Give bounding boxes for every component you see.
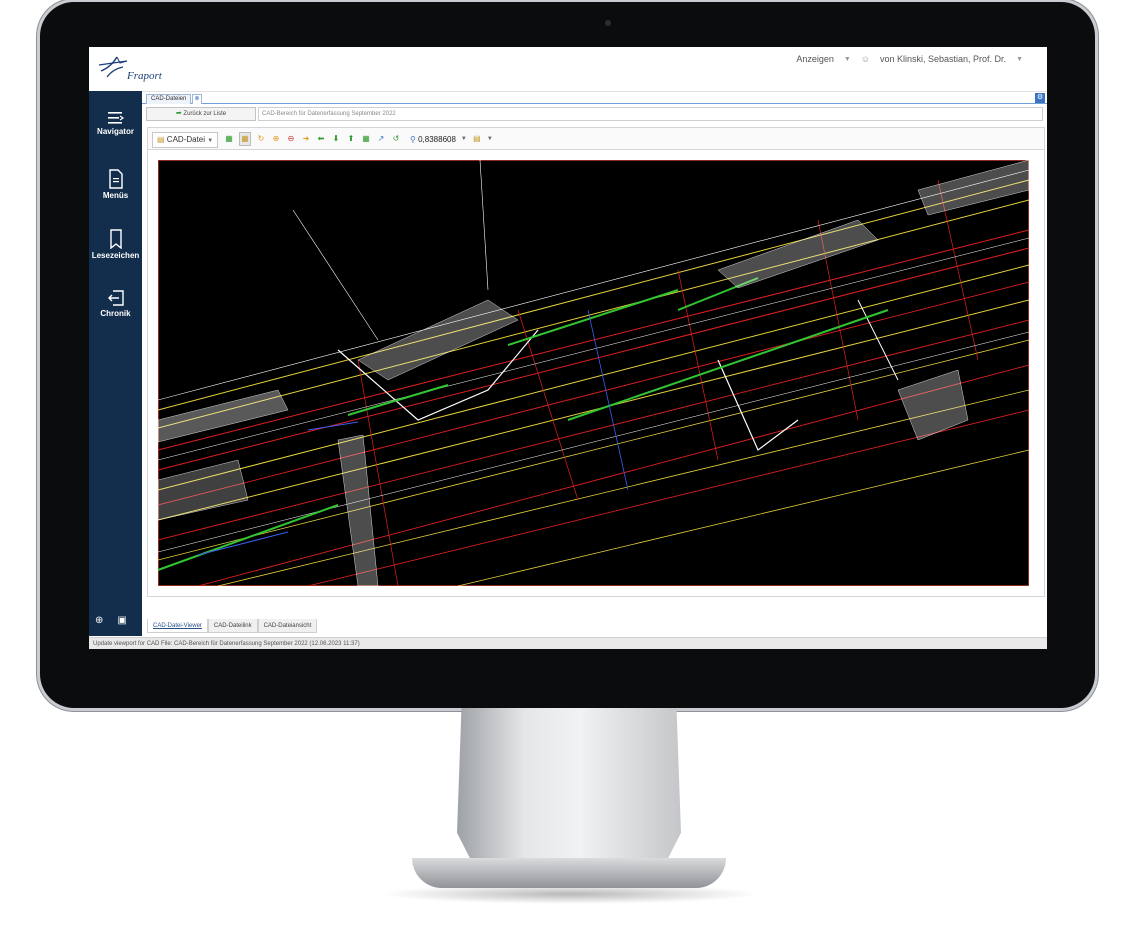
document-icon <box>108 169 123 189</box>
back-to-list-button[interactable]: ➦ Zurück zur Liste <box>146 107 256 121</box>
file-icon: ▤ <box>157 135 165 144</box>
monitor-stand-neck <box>457 708 681 868</box>
menu-lines-icon <box>107 112 124 124</box>
chevron-down-icon[interactable]: ▼ <box>487 136 493 142</box>
export-icon[interactable]: ▤ <box>472 133 482 145</box>
tab-cad-files[interactable]: CAD-Dateien <box>146 94 192 104</box>
app-screen: Fraport Anzeigen ▼ ☺ von Klinski, Sebast… <box>89 47 1047 649</box>
magnifier-icon: ⚲ <box>410 134 416 144</box>
measure-icon[interactable]: ↗ <box>376 133 386 145</box>
collapse-icon[interactable]: ⊕ <box>95 615 103 626</box>
user-icon: ☺ <box>860 54 870 64</box>
sidebar-bottom-controls: ⊕ ▣ <box>95 615 127 626</box>
grid-icon[interactable]: ▦ <box>361 133 371 145</box>
arrow-back-icon: ➦ <box>175 110 182 117</box>
logo-text: Fraport <box>127 70 162 82</box>
back-row: ➦ Zurück zur Liste CAD-Bereich für Daten… <box>142 105 1047 121</box>
sidebar-item-label: Chronik <box>100 309 131 318</box>
history-exit-icon <box>107 290 124 306</box>
cad-toolbar: ▤ CAD-Datei ▼ ▦ ▦ ↻ ⊕ ⊖ ➜ ⬅ ⬇ ⬆ ▦ ↗ ↺ ⚲ … <box>147 127 1045 150</box>
cad-area-name-field[interactable]: CAD-Bereich für Datenerfassung September… <box>258 107 1043 121</box>
bookmark-icon <box>109 229 122 249</box>
tab-cad-viewer[interactable]: CAD-Datei-Viewer <box>147 619 208 633</box>
tab-cad-view[interactable]: CAD-Dateiansicht <box>257 619 318 633</box>
sidebar-item-label: Menüs <box>102 191 129 200</box>
sidebar-item-navigator[interactable]: Navigator <box>89 111 142 136</box>
logout-icon[interactable]: ▣ <box>117 615 126 626</box>
camera <box>605 20 611 26</box>
toolbar-icons: ▦ ▦ ↻ ⊕ ⊖ ➜ ⬅ ⬇ ⬆ ▦ ↗ ↺ ⚲ 0,8388608 ▼ ▤ … <box>224 132 493 146</box>
fit-extent-icon[interactable]: ▦ <box>224 133 234 145</box>
app-header: Fraport Anzeigen ▼ ☺ von Klinski, Sebast… <box>89 47 1047 92</box>
pan-left-icon[interactable]: ⬅ <box>316 133 326 145</box>
cad-file-select[interactable]: ▤ CAD-Datei ▼ <box>152 132 219 148</box>
tab-cad-link[interactable]: CAD-Dateilink <box>207 619 258 633</box>
rotate-icon[interactable]: ↻ <box>256 133 266 145</box>
zoom-value: 0,8388608 <box>418 134 456 144</box>
pan-down-icon[interactable]: ⬇ <box>331 133 341 145</box>
viewer-bottom-tabs: CAD-Datei-Viewer CAD-Dateilink CAD-Datei… <box>147 619 318 633</box>
status-bar: Update viewport for CAD File: CAD-Bereic… <box>89 637 1047 649</box>
pan-right-icon[interactable]: ➜ <box>301 133 311 145</box>
header-right: Anzeigen ▼ ☺ von Klinski, Sebastian, Pro… <box>796 54 1023 64</box>
gear-icon[interactable]: ⚙ <box>1035 93 1045 103</box>
chevron-down-icon: ▼ <box>207 138 214 144</box>
chevron-down-icon[interactable]: ▼ <box>844 56 851 63</box>
chevron-down-icon[interactable]: ▼ <box>461 136 467 142</box>
sidebar-item-bookmarks[interactable]: Lesezeichen <box>89 229 142 260</box>
sidebar-item-history[interactable]: Chronik <box>89 289 142 318</box>
fraport-logo: Fraport <box>97 53 167 85</box>
back-button-label: Zurück zur Liste <box>183 111 227 117</box>
refresh-icon[interactable]: ↺ <box>391 133 401 145</box>
document-tabstrip: CAD-Dateien ⊗ ⚙ <box>142 93 1047 104</box>
zoom-in-icon[interactable]: ⊕ <box>271 133 281 145</box>
close-tab-icon[interactable]: ⊗ <box>192 94 202 104</box>
cad-viewer-panel <box>147 149 1045 597</box>
sidebar: Navigator Menüs Lesezeichen Chronik ⊕ ▣ <box>89 91 142 636</box>
pan-up-icon[interactable]: ⬆ <box>346 133 356 145</box>
cad-select-label: CAD-Datei <box>166 135 206 144</box>
sidebar-item-label: Navigator <box>97 127 134 136</box>
zoom-level[interactable]: ⚲ 0,8388608 <box>410 135 456 144</box>
sidebar-item-menus[interactable]: Menüs <box>89 169 142 200</box>
monitor-stand-base <box>412 858 726 888</box>
view-menu[interactable]: Anzeigen <box>796 54 834 64</box>
zoom-out-icon[interactable]: ⊖ <box>286 133 296 145</box>
chevron-down-icon[interactable]: ▼ <box>1016 56 1023 63</box>
layers-icon[interactable]: ▦ <box>239 132 251 146</box>
sidebar-item-label: Lesezeichen <box>91 251 140 260</box>
cad-drawing-canvas[interactable] <box>158 160 1029 586</box>
user-menu[interactable]: von Klinski, Sebastian, Prof. Dr. <box>880 54 1006 64</box>
